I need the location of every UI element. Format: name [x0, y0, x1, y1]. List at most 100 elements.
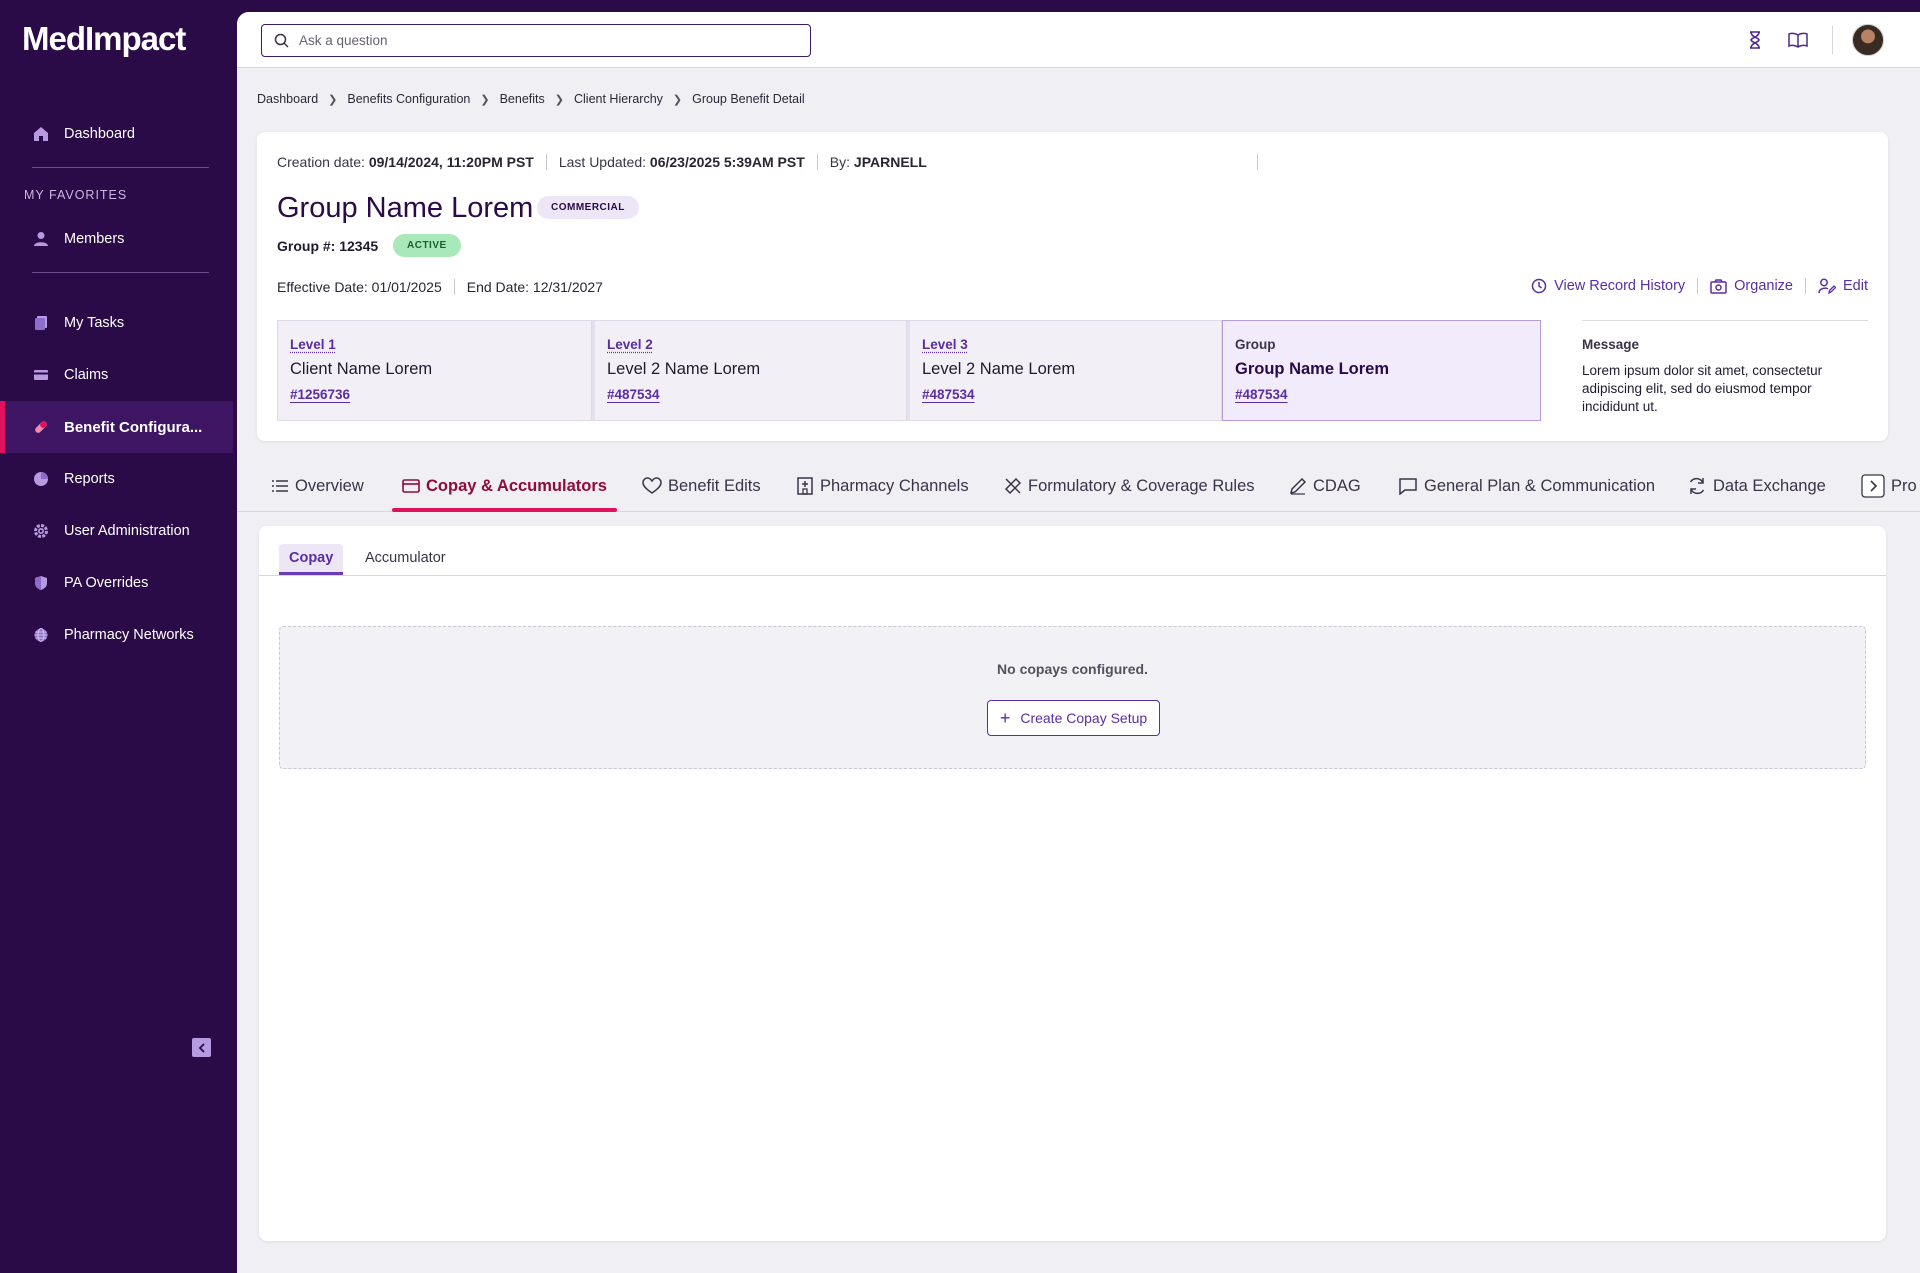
sidebar-item-dashboard[interactable]: Dashboard	[0, 108, 233, 160]
view-record-history-button[interactable]: View Record History	[1531, 278, 1685, 294]
collapse-sidebar-button[interactable]	[192, 1038, 211, 1057]
updated-label: Last Updated:	[558, 154, 647, 170]
gear-icon	[32, 522, 50, 540]
tab-overview[interactable]: Overview	[271, 470, 364, 502]
hierarchy-level-group: Group Group Name Lorem #487534	[1222, 320, 1541, 421]
home-icon	[32, 125, 50, 143]
tab-pharmacy-channels[interactable]: Pharmacy Channels	[796, 470, 969, 502]
breadcrumb-current: Group Benefit Detail	[692, 92, 805, 106]
breadcrumb-item[interactable]: Dashboard	[257, 92, 318, 106]
book-icon[interactable]	[1786, 28, 1810, 52]
avatar[interactable]	[1852, 24, 1884, 56]
tab-copay-accumulators[interactable]: Copay & Accumulators	[392, 470, 617, 512]
subtab-accumulator[interactable]: Accumulator	[365, 550, 446, 566]
topbar-divider	[1832, 26, 1833, 54]
tab-cdag[interactable]: CDAG	[1289, 470, 1361, 502]
level-label: Group	[1235, 337, 1276, 352]
search-box[interactable]	[261, 24, 811, 57]
chevron-right-icon: ❯	[480, 93, 490, 106]
sidebar-item-members[interactable]: Members	[0, 213, 233, 265]
sidebar-item-label: User Administration	[64, 523, 190, 539]
level-label[interactable]: Level 3	[922, 337, 1209, 352]
chevron-right-icon: ❯	[328, 93, 338, 106]
level-number-link[interactable]: #1256736	[290, 387, 579, 402]
refresh-icon	[1689, 477, 1705, 495]
tab-benefit-edits[interactable]: Benefit Edits	[642, 470, 761, 502]
level-label[interactable]: Level 1	[290, 337, 579, 352]
status-badge: ACTIVE	[393, 234, 461, 257]
breadcrumb-item[interactable]: Benefits	[500, 92, 545, 106]
type-badge: COMMERCIAL	[537, 196, 639, 219]
empty-message: No copays configured.	[997, 661, 1148, 677]
favorites-label: MY FAVORITES	[24, 188, 128, 202]
empty-state: No copays configured. + Create Copay Set…	[279, 626, 1866, 769]
breadcrumb-item[interactable]: Benefits Configuration	[347, 92, 470, 106]
create-copay-setup-button[interactable]: + Create Copay Setup	[987, 700, 1160, 736]
level-name: Group Name Lorem	[1235, 360, 1390, 378]
top-bar	[237, 12, 1920, 68]
sidebar-item-label: Dashboard	[64, 126, 135, 142]
hierarchy-level-2: Level 2 Level 2 Name Lorem #487534	[592, 320, 907, 421]
user-edit-icon	[1818, 278, 1836, 294]
tab-data-exchange[interactable]: Data Exchange	[1687, 470, 1826, 502]
tab-label: Overview	[295, 476, 364, 495]
edit-label: Edit	[1843, 278, 1868, 294]
edit-button[interactable]: Edit	[1818, 278, 1868, 294]
updated-date: 06/23/2025 5:39AM PST	[649, 154, 805, 170]
pharmacy-building-icon	[797, 477, 813, 495]
ruler-pencil-icon	[1004, 477, 1022, 495]
heart-pulse-icon	[642, 477, 662, 494]
organize-label: Organize	[1734, 278, 1793, 294]
globe-icon	[32, 626, 50, 644]
app-logo[interactable]: MedImpact	[22, 20, 186, 58]
tab-general-plan-communication[interactable]: General Plan & Communication	[1398, 470, 1655, 502]
pill-icon	[32, 418, 50, 436]
breadcrumb-item[interactable]: Client Hierarchy	[574, 92, 663, 106]
header-actions: View Record History Organize Edit	[1531, 278, 1868, 294]
card-icon	[402, 479, 420, 493]
search-input[interactable]	[299, 33, 779, 48]
hierarchy-level-3: Level 3 Level 2 Name Lorem #487534	[907, 320, 1222, 421]
card-icon	[32, 366, 50, 384]
search-icon	[274, 33, 289, 48]
level-label[interactable]: Level 2	[607, 337, 894, 352]
hierarchy-levels: Level 1 Client Name Lorem #1256736 Level…	[277, 320, 1559, 421]
organize-button[interactable]: Organize	[1710, 278, 1793, 294]
sidebar-item-claims[interactable]: Claims	[0, 349, 233, 401]
level-number-link[interactable]: #487534	[922, 387, 1209, 402]
copay-panel: Copay Accumulator No copays configured. …	[259, 526, 1886, 1241]
chevron-left-icon	[198, 1042, 205, 1053]
level-number-link[interactable]: #487534	[1235, 387, 1528, 402]
tab-formulatory-coverage-rules[interactable]: Formulatory & Coverage Rules	[1004, 470, 1255, 502]
sidebar-item-reports[interactable]: Reports	[0, 453, 233, 505]
message-panel: Message Lorem ipsum dolor sit amet, cons…	[1582, 320, 1868, 416]
sidebar-item-my-tasks[interactable]: My Tasks	[0, 297, 233, 349]
main-area: Dashboard ❯ Benefits Configuration ❯ Ben…	[237, 12, 1920, 1273]
chevron-right-icon: ❯	[672, 93, 683, 106]
level-name: Level 2 Name Lorem	[607, 360, 761, 378]
tab-label: Data Exchange	[1713, 476, 1826, 495]
view-record-history-label: View Record History	[1554, 278, 1686, 294]
sidebar-item-user-administration[interactable]: User Administration	[0, 505, 233, 557]
sidebar-item-pharmacy-networks[interactable]: Pharmacy Networks	[0, 609, 233, 661]
date-range: Effective Date: 01/01/2025 End Date: 12/…	[277, 279, 603, 295]
pie-icon	[32, 470, 50, 488]
hourglass-icon[interactable]	[1743, 28, 1767, 52]
person-icon	[32, 230, 50, 248]
shield-icon	[32, 574, 50, 592]
level-number-link[interactable]: #487534	[607, 387, 894, 402]
camera-folder-icon	[1710, 278, 1727, 294]
subtab-copay[interactable]: Copay	[279, 544, 344, 575]
level-name: Client Name Lorem	[290, 360, 433, 378]
sidebar-item-label: Pharmacy Networks	[64, 627, 194, 643]
sidebar-item-pa-overrides[interactable]: PA Overrides	[0, 557, 233, 609]
sidebar-item-label: Benefit Configura...	[64, 418, 203, 436]
chevron-right-icon[interactable]	[1861, 474, 1885, 498]
sidebar-item-benefit-configuration[interactable]: Benefit Configura...	[0, 401, 233, 453]
tab-more[interactable]: Pro	[1861, 470, 1917, 502]
message-text: Lorem ipsum dolor sit amet, consectetur …	[1582, 363, 1823, 414]
group-header-card: Creation date: 09/14/2024, 11:20PM PST L…	[257, 132, 1888, 441]
updated-by: JPARNELL	[853, 154, 927, 170]
sidebar-item-label: Claims	[64, 367, 109, 383]
main-tabs: Overview Copay & Accumulators Benefit Ed…	[237, 462, 1920, 512]
